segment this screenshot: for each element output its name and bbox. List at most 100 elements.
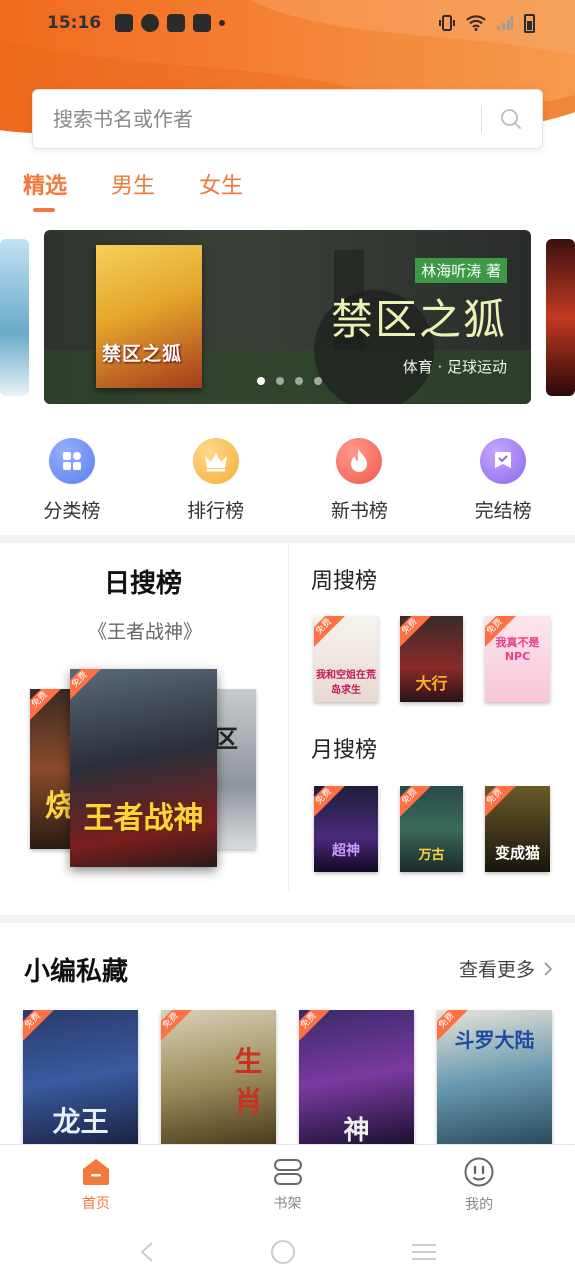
- banner-prev-peek[interactable]: [0, 239, 29, 396]
- shop-app-icon-2: [193, 14, 212, 32]
- cover-title: 神: [343, 1116, 370, 1145]
- status-bar: 15:16: [0, 0, 575, 46]
- weekly-ranking-title[interactable]: 周搜榜: [311, 563, 377, 595]
- cover-title: 王者战神: [83, 801, 204, 836]
- profile-icon: [464, 1157, 494, 1186]
- bottom-nav: 首页 书架 我的: [0, 1144, 575, 1224]
- back-icon[interactable]: [137, 1240, 157, 1264]
- menu-icon[interactable]: [410, 1242, 438, 1262]
- nav-bookshelf-label: 书架: [273, 1195, 302, 1212]
- crown-icon: [192, 438, 239, 484]
- banner-author-tag: 林海听涛 著: [415, 258, 507, 283]
- daily-book-cover-main[interactable]: 免费 王者战神: [70, 669, 217, 867]
- banner-subtitle: 体育 · 足球运动: [402, 358, 507, 376]
- vivo-app-icon: [115, 14, 134, 32]
- banner-book-cover: 禁区之狐: [96, 245, 202, 388]
- bookshelf-icon: [273, 1158, 302, 1185]
- weekly-book-cover[interactable]: 免费 我和空姐在荒岛求生: [314, 616, 378, 702]
- pick-book-cover[interactable]: 免费 龙王: [23, 1010, 138, 1145]
- nav-bookshelf[interactable]: 书架: [192, 1145, 384, 1224]
- free-tag: 免费: [70, 669, 102, 702]
- monthly-book-cover[interactable]: 免费 超神: [314, 786, 378, 872]
- category-tabs: 精选 男生 女生: [23, 168, 243, 212]
- banner-dot[interactable]: [276, 377, 284, 385]
- quick-nav-label: 分类榜: [43, 500, 101, 522]
- cover-title: 变成猫: [494, 844, 540, 862]
- weekly-book-cover[interactable]: 免费 大行: [400, 616, 463, 702]
- banner-dot[interactable]: [257, 377, 265, 385]
- free-tag: 免费: [400, 786, 432, 819]
- cover-title: 斗罗大陆: [454, 1028, 535, 1052]
- shop-app-icon: [167, 14, 186, 32]
- rankings-divider: [288, 543, 289, 891]
- free-tag: 免费: [23, 1010, 55, 1043]
- home-circle-icon[interactable]: [270, 1239, 296, 1265]
- cover-title: 超神: [332, 843, 360, 859]
- pick-book-cover[interactable]: 免费 生肖: [161, 1010, 276, 1145]
- status-time: 15:16: [47, 13, 102, 33]
- more-notifications-dot: [219, 20, 226, 26]
- vibrate-icon: [439, 15, 455, 31]
- nav-profile-label: 我的: [465, 1196, 494, 1213]
- cover-title: 万古: [418, 848, 445, 863]
- free-tag: 免费: [400, 616, 432, 649]
- search-bar[interactable]: [32, 89, 543, 149]
- quick-nav-label: 排行榜: [187, 500, 245, 522]
- chevron-right-icon: [544, 961, 553, 976]
- weekly-book-cover[interactable]: 免费 我真不是NPC: [485, 616, 550, 702]
- free-tag: 免费: [314, 786, 346, 819]
- banner-title: 禁区之狐: [330, 295, 507, 344]
- quick-nav-category[interactable]: 分类榜: [0, 438, 144, 523]
- free-tag: 免费: [485, 786, 517, 819]
- cover-title: 龙王: [52, 1105, 109, 1138]
- cover-title: 我和空姐在荒岛求生: [316, 670, 376, 696]
- flame-icon: [336, 438, 383, 484]
- search-input[interactable]: [53, 107, 471, 131]
- quick-nav-ranking[interactable]: 排行榜: [144, 438, 288, 523]
- monthly-book-cover[interactable]: 免费 万古: [400, 786, 463, 872]
- banner-dot[interactable]: [314, 377, 322, 385]
- category-icon: [48, 438, 95, 484]
- tab-female[interactable]: 女生: [199, 168, 243, 212]
- monthly-book-cover[interactable]: 免费 变成猫: [485, 786, 550, 872]
- free-tag: 免费: [161, 1010, 193, 1043]
- free-tag: 免费: [299, 1010, 331, 1043]
- see-more-link[interactable]: 查看更多: [459, 955, 553, 982]
- quick-nav-new-books[interactable]: 新书榜: [288, 438, 432, 523]
- cover-title: 我真不是NPC: [495, 636, 540, 663]
- search-icon[interactable]: [500, 108, 522, 130]
- quick-nav-completed[interactable]: 完结榜: [431, 438, 575, 523]
- compass-app-icon: [141, 14, 160, 32]
- home-icon: [82, 1158, 109, 1185]
- tab-featured[interactable]: 精选: [23, 168, 67, 212]
- quick-nav-label: 完结榜: [474, 500, 532, 522]
- nav-home-label: 首页: [81, 1195, 110, 1212]
- free-tag: 免费: [314, 616, 346, 649]
- banner-slide[interactable]: 禁区之狐 林海听涛 著 禁区之狐 体育 · 足球运动: [44, 230, 531, 404]
- banner-pagination: [257, 377, 322, 385]
- cover-title: 生肖: [234, 1045, 263, 1118]
- cover-title: 大行: [415, 674, 448, 693]
- pick-book-cover[interactable]: 免费 神: [299, 1010, 414, 1145]
- daily-ranking-title[interactable]: 日搜榜: [104, 563, 182, 600]
- system-nav-bar: [0, 1224, 575, 1280]
- tab-male[interactable]: 男生: [111, 168, 155, 212]
- check-badge-icon: [480, 438, 527, 484]
- battery-icon: [524, 13, 535, 33]
- quick-nav: 分类榜 排行榜 新书榜 完结榜: [0, 438, 575, 523]
- banner-dot[interactable]: [295, 377, 303, 385]
- nav-home[interactable]: 首页: [0, 1145, 192, 1224]
- pick-book-cover[interactable]: 免费 斗罗大陆: [437, 1010, 552, 1145]
- banner-book-cover-title: 禁区之狐: [102, 343, 183, 365]
- editor-picks-section: 小编私藏 查看更多 免费 龙王 免费 生肖 免费 神 免费 斗罗大陆: [0, 923, 575, 1145]
- wifi-icon: [466, 15, 486, 31]
- monthly-ranking-title[interactable]: 月搜榜: [311, 732, 377, 764]
- signal-icon: [497, 16, 513, 30]
- search-divider: [481, 105, 482, 133]
- editor-picks-title: 小编私藏: [24, 957, 129, 987]
- banner-next-peek[interactable]: [546, 239, 575, 396]
- daily-ranking-top-book[interactable]: 《王者战神》: [88, 617, 202, 644]
- quick-nav-label: 新书榜: [330, 500, 388, 522]
- nav-profile[interactable]: 我的: [383, 1145, 575, 1224]
- free-tag: 免费: [30, 689, 62, 722]
